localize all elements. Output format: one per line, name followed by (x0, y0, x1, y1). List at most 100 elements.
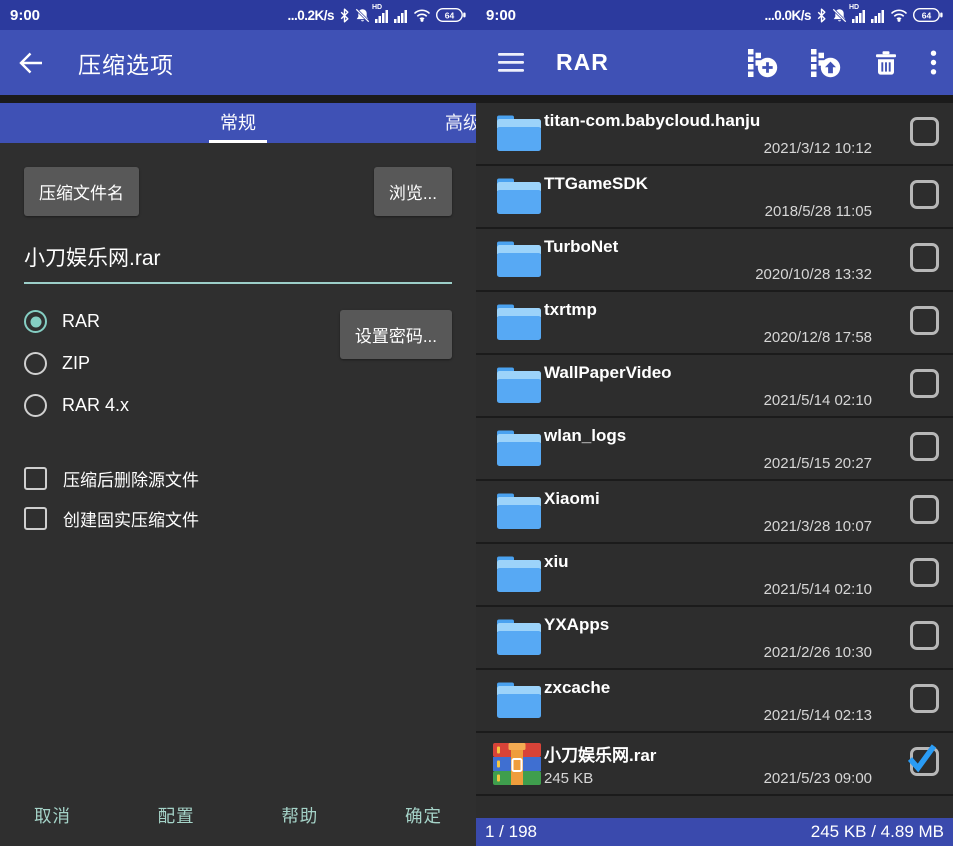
file-date: 2021/5/23 09:00 (764, 770, 872, 787)
archive-add-button[interactable] (747, 48, 779, 78)
tab-general[interactable]: 常规 (220, 103, 256, 143)
selection-size: 245 KB / 4.89 MB (811, 822, 944, 842)
radio-icon[interactable] (24, 310, 47, 333)
app-bar-right: RAR (476, 30, 953, 95)
status-bar-right: 9:00 ...0.0K/s HD (476, 0, 953, 30)
toolbar-actions (747, 48, 937, 78)
status-bar-left: 9:00 ...0.2K/s HD (0, 0, 476, 30)
signal-icon: HD (375, 8, 389, 23)
bluetooth-icon (816, 8, 827, 23)
wifi-icon (890, 8, 908, 22)
menu-icon (498, 53, 526, 72)
file-checkbox[interactable] (910, 243, 939, 272)
folder-icon (496, 681, 542, 719)
network-speed: ...0.2K/s (287, 8, 334, 23)
svg-text:64: 64 (922, 10, 932, 20)
battery-icon: 64 (436, 8, 466, 22)
mute-bell-icon (355, 8, 370, 23)
help-button[interactable]: 帮助 (281, 803, 318, 828)
file-date: 2020/10/28 13:32 (755, 266, 872, 283)
file-row[interactable]: wlan_logs 2021/5/15 20:27 (476, 418, 953, 481)
file-checkbox[interactable] (910, 495, 939, 524)
option-label: 压缩后删除源文件 (63, 466, 199, 491)
status-icons: ...0.0K/s HD (764, 8, 943, 23)
file-list: titan-com.babycloud.hanju 2021/3/12 10:1… (476, 103, 953, 796)
file-row[interactable]: txrtmp 2020/12/8 17:58 (476, 292, 953, 355)
file-row[interactable]: 小刀娱乐网.rar 245 KB 2021/5/23 09:00 (476, 733, 953, 796)
archive-name-button[interactable]: 压缩文件名 (24, 167, 139, 216)
clock: 9:00 (10, 7, 40, 24)
file-date: 2021/5/14 02:13 (764, 707, 872, 724)
format-option-rar4x[interactable]: RAR 4.x (24, 394, 129, 417)
overflow-menu-icon (930, 50, 937, 75)
check-icon (902, 740, 940, 778)
file-date: 2020/12/8 17:58 (764, 329, 872, 346)
selection-count: 1 / 198 (485, 822, 537, 842)
option-solid-archive[interactable]: 创建固实压缩文件 (24, 506, 452, 531)
file-row[interactable]: YXApps 2021/2/26 10:30 (476, 607, 953, 670)
file-row[interactable]: titan-com.babycloud.hanju 2021/3/12 10:1… (476, 103, 953, 166)
file-date: 2021/2/26 10:30 (764, 644, 872, 661)
back-arrow-icon (18, 51, 44, 75)
format-option-rar[interactable]: RAR (24, 310, 129, 333)
file-date: 2018/5/28 11:05 (765, 203, 872, 220)
file-row[interactable]: TTGameSDK 2018/5/28 11:05 (476, 166, 953, 229)
signal-icon: HD (852, 8, 866, 23)
radio-icon[interactable] (24, 394, 47, 417)
browse-button[interactable]: 浏览... (374, 167, 452, 216)
file-checkbox[interactable] (910, 747, 939, 776)
archive-filename-input[interactable]: 小刀娱乐网.rar (24, 242, 452, 284)
mute-bell-icon (832, 8, 847, 23)
file-row[interactable]: Xiaomi 2021/3/28 10:07 (476, 481, 953, 544)
file-checkbox[interactable] (910, 117, 939, 146)
folder-icon (496, 240, 542, 278)
file-checkbox[interactable] (910, 180, 939, 209)
ok-button[interactable]: 确定 (405, 803, 442, 828)
back-button[interactable] (18, 51, 44, 75)
format-label: RAR (62, 311, 100, 332)
rar-file-icon (492, 742, 542, 786)
folder-icon (496, 114, 542, 152)
overflow-menu-button[interactable] (930, 50, 937, 75)
tab-advanced[interactable]: 高级 (445, 103, 476, 143)
format-option-zip[interactable]: ZIP (24, 352, 129, 375)
hd-badge: HD (372, 4, 382, 11)
file-checkbox[interactable] (910, 558, 939, 587)
page-title: 压缩选项 (78, 46, 174, 80)
signal-icon-2 (871, 8, 885, 23)
file-row[interactable]: TurboNet 2020/10/28 13:32 (476, 229, 953, 292)
archive-extract-button[interactable] (810, 48, 842, 78)
folder-icon (496, 555, 542, 593)
file-row[interactable]: xiu 2021/5/14 02:10 (476, 544, 953, 607)
profiles-button[interactable]: 配置 (158, 803, 195, 828)
file-row[interactable]: WallPaperVideo 2021/5/14 02:10 (476, 355, 953, 418)
tab-bar: 常规 高级 (0, 103, 476, 143)
set-password-button[interactable]: 设置密码... (340, 310, 452, 359)
file-name: TurboNet (544, 237, 618, 257)
trash-icon (873, 50, 899, 76)
menu-button[interactable] (498, 53, 526, 72)
file-name: xiu (544, 552, 569, 572)
checkbox-icon[interactable] (24, 507, 47, 530)
file-name: txrtmp (544, 300, 597, 320)
format-label: RAR 4.x (62, 395, 129, 416)
file-checkbox[interactable] (910, 369, 939, 398)
cancel-button[interactable]: 取消 (34, 803, 71, 828)
file-row[interactable]: zxcache 2021/5/14 02:13 (476, 670, 953, 733)
file-checkbox[interactable] (910, 306, 939, 335)
delete-button[interactable] (873, 50, 899, 76)
file-checkbox[interactable] (910, 684, 939, 713)
compression-options-screen: 9:00 ...0.2K/s HD (0, 0, 476, 846)
file-date: 2021/3/12 10:12 (764, 140, 872, 157)
radio-icon[interactable] (24, 352, 47, 375)
file-size: 245 KB (544, 770, 593, 787)
file-checkbox[interactable] (910, 621, 939, 650)
option-delete-source[interactable]: 压缩后删除源文件 (24, 466, 452, 491)
folder-icon (496, 177, 542, 215)
file-name: 小刀娱乐网.rar (544, 741, 656, 766)
network-speed: ...0.0K/s (764, 8, 811, 23)
file-checkbox[interactable] (910, 432, 939, 461)
folder-icon (496, 618, 542, 656)
checkbox-icon[interactable] (24, 467, 47, 490)
file-date: 2021/3/28 10:07 (764, 518, 872, 535)
